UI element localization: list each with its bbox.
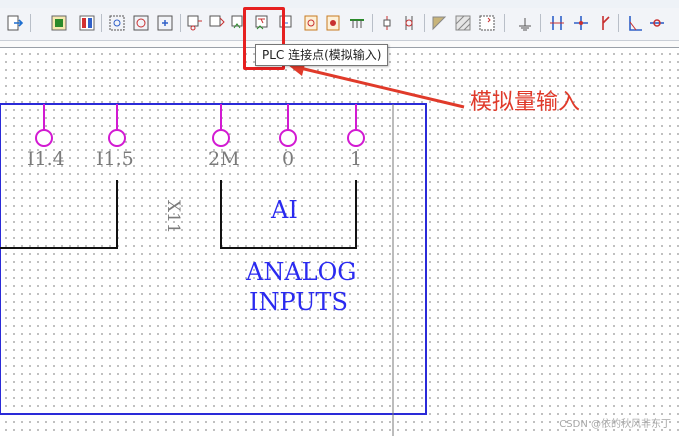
pin-label-2m: 2M xyxy=(208,148,240,170)
block-title: AI xyxy=(271,196,298,224)
watermark: CSDN @依的秋风非东丁 xyxy=(559,419,671,430)
pin-2m xyxy=(212,104,230,147)
pin-i1-4 xyxy=(35,104,53,147)
pin-label-0: 0 xyxy=(282,148,295,170)
pin-label-i1-5: I1.5 xyxy=(96,148,134,170)
pin-1 xyxy=(347,104,365,147)
left-block-outline xyxy=(0,180,118,249)
pin-label-i1-4: I1.4 xyxy=(27,148,65,170)
pin-0 xyxy=(279,104,297,147)
annotation-label: 模拟量输入 xyxy=(470,90,581,115)
block-caption-line2: INPUTS xyxy=(249,288,348,316)
pin-i1-5 xyxy=(108,104,126,147)
block-caption-line1: ANALOG xyxy=(246,258,357,286)
annotation-arrow-line xyxy=(299,66,465,109)
tooltip: PLC 连接点(模拟输入) xyxy=(255,44,389,66)
device-tag-label: X11 xyxy=(163,200,183,234)
pin-label-1: 1 xyxy=(350,148,363,170)
